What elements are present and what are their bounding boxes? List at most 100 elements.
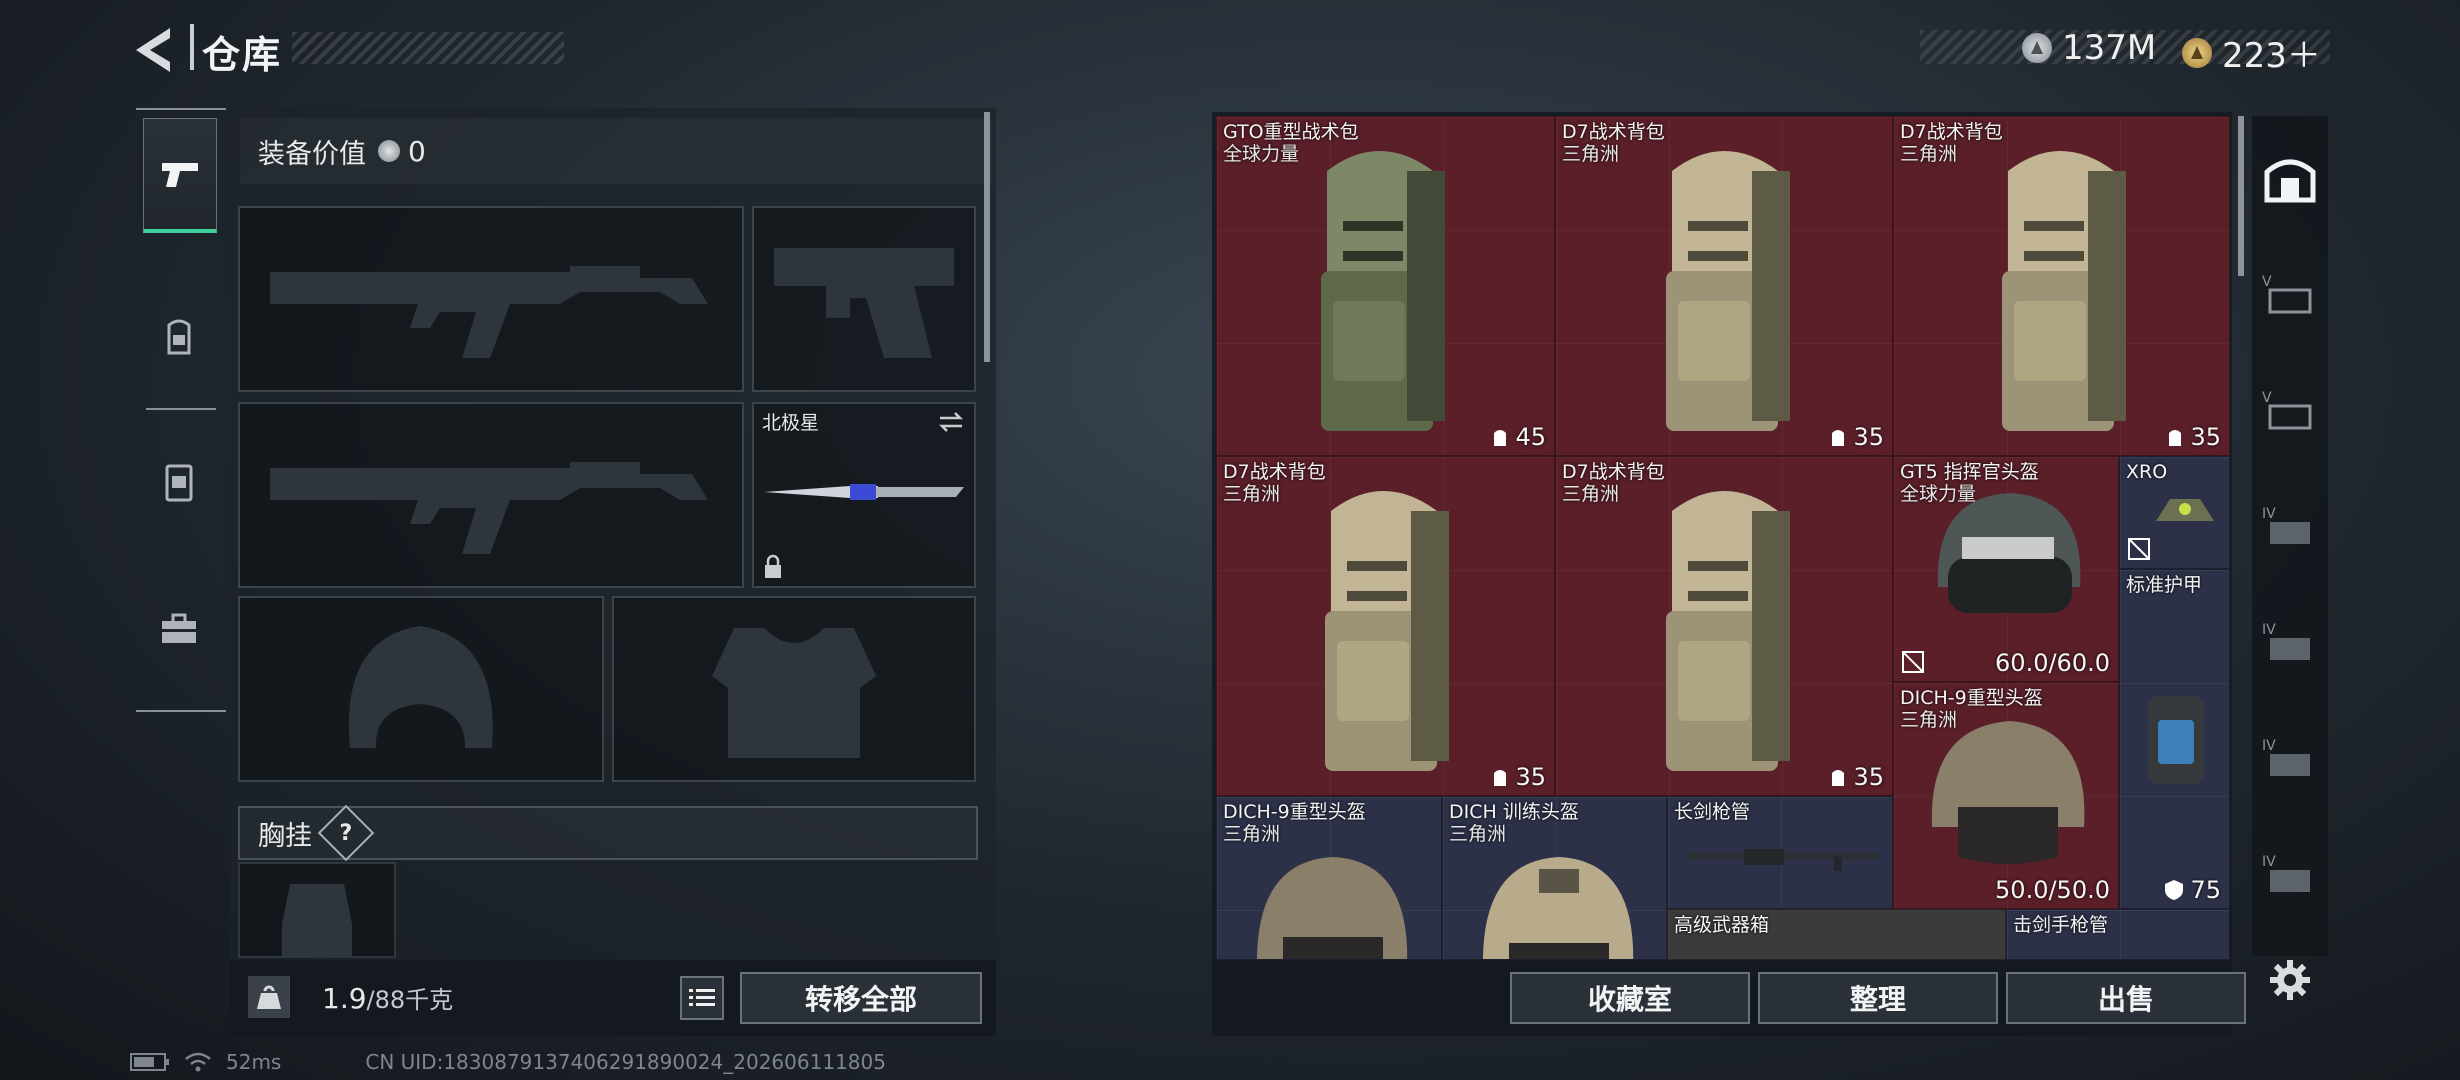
secondary-weapon-slot[interactable] xyxy=(238,402,744,588)
stash-item[interactable]: 高级武器箱 xyxy=(1667,909,2006,960)
stash-scrollbar[interactable] xyxy=(2238,116,2244,276)
stash-item[interactable]: 击剑手枪管 xyxy=(2006,909,2230,960)
melee-slot[interactable]: 北极星 xyxy=(752,402,976,588)
helmet-slot[interactable] xyxy=(238,596,604,782)
currency-silver: 137M xyxy=(2022,28,2156,68)
ping: 52ms xyxy=(226,1050,282,1074)
scope-icon xyxy=(2156,499,2214,521)
pistol-icon xyxy=(162,163,198,187)
case-iv-icon: IV xyxy=(2262,738,2310,776)
no-repair-icon xyxy=(2128,538,2150,560)
item-brand: 全球力量 xyxy=(1223,143,1300,165)
item-name: DICH 训练头盔 xyxy=(1449,801,1579,823)
rail-case[interactable]: IV xyxy=(2252,820,2328,930)
armor-silhouette-icon xyxy=(712,628,876,758)
transfer-all-button[interactable]: 转移全部 xyxy=(740,972,982,1024)
rifle-silhouette-icon xyxy=(270,266,708,358)
item-name: DICH-9重型头盔 xyxy=(1223,801,1366,823)
item-brand: 三角洲 xyxy=(1562,483,1620,505)
svg-text:IV: IV xyxy=(2262,506,2276,522)
svg-text:V: V xyxy=(2262,274,2272,290)
swap-icon[interactable] xyxy=(936,410,966,434)
weight-icon-box xyxy=(248,976,290,1018)
back-button[interactable] xyxy=(130,22,180,78)
rail-case[interactable]: IV xyxy=(2252,704,2328,814)
stash-item[interactable]: D7战术背包 三角洲 35 xyxy=(1555,116,1893,456)
stash-item[interactable]: 标准护甲 75 xyxy=(2119,569,2230,909)
title-separator xyxy=(190,24,194,70)
capacity: 35 xyxy=(1829,423,1884,451)
rail-case[interactable]: V xyxy=(2252,356,2328,466)
gold-amount: 223＋ xyxy=(2222,36,2321,76)
capacity: 35 xyxy=(2166,423,2221,451)
stash-icon xyxy=(2264,159,2316,203)
stash-item[interactable]: DICH-9重型头盔 三角洲 50.0/50.0 xyxy=(1893,682,2119,909)
sort-button[interactable]: 整理 xyxy=(1758,972,1998,1024)
tab-backpack[interactable] xyxy=(143,282,215,392)
melee-name: 北极星 xyxy=(762,412,820,434)
loadout-scrollbar[interactable] xyxy=(984,112,990,362)
help-icon[interactable]: ? xyxy=(317,804,375,862)
item-name: 高级武器箱 xyxy=(1674,914,1770,936)
rail-stash[interactable] xyxy=(2252,124,2328,234)
list-view-button[interactable] xyxy=(680,976,724,1020)
vest-icon xyxy=(165,464,193,502)
case-v-icon: V xyxy=(2262,274,2312,314)
backpack-capacity-icon xyxy=(1494,430,1507,446)
settings-gear-icon xyxy=(2270,960,2310,1000)
stash-item[interactable]: D7战术背包 三角洲 35 xyxy=(1893,116,2230,456)
durability: 50.0/50.0 xyxy=(1995,876,2110,904)
rifle-silhouette-icon xyxy=(270,462,708,554)
page-title: 仓库 xyxy=(202,33,283,77)
tab-case[interactable] xyxy=(143,574,215,684)
barrel-icon xyxy=(1688,849,1878,871)
sidearm-slot[interactable] xyxy=(752,206,976,392)
rail-case[interactable]: IV xyxy=(2252,472,2328,582)
pistol-silhouette-icon xyxy=(774,248,954,358)
svg-text:V: V xyxy=(2262,390,2272,406)
stash-item[interactable]: DICH-9重型头盔 三角洲 xyxy=(1216,796,1442,960)
silver-coin-icon xyxy=(378,140,400,162)
backpack-icon xyxy=(2002,151,2126,431)
backpack-icon xyxy=(1325,491,1449,771)
item-brand: 三角洲 xyxy=(1562,143,1620,165)
tab-divider xyxy=(136,108,226,110)
sell-button[interactable]: 出售 xyxy=(2006,972,2246,1024)
rail-case[interactable]: V xyxy=(2252,240,2328,350)
collection-room-button[interactable]: 收藏室 xyxy=(1510,972,1750,1024)
shield-icon xyxy=(2165,880,2184,900)
tab-weapons[interactable] xyxy=(143,118,217,233)
chest-rig-label: 胸挂 xyxy=(258,820,312,852)
user-uid: CN UID:1830879137406291890024_2026061118… xyxy=(365,1050,886,1074)
case-v-icon: V xyxy=(2262,390,2312,430)
backpack-icon xyxy=(1666,491,1790,771)
tab-vest[interactable] xyxy=(143,428,215,538)
equipment-value: 0 xyxy=(408,134,426,168)
title-decoration xyxy=(292,32,564,64)
primary-weapon-slot[interactable] xyxy=(238,206,744,392)
case-iv-icon: IV xyxy=(2262,506,2310,544)
status-bar: 52ms CN UID:1830879137406291890024_20260… xyxy=(130,1050,886,1074)
currency-gold[interactable]: 223＋ xyxy=(2182,28,2321,77)
silver-amount: 137M xyxy=(2062,28,2157,68)
wifi-icon xyxy=(185,1052,211,1072)
chest-rig-slot[interactable] xyxy=(238,862,396,958)
stash-item[interactable]: 长剑枪管 xyxy=(1667,796,1893,909)
stash-item[interactable]: D7战术背包 三角洲 35 xyxy=(1216,456,1555,796)
rail-case[interactable]: IV xyxy=(2252,588,2328,698)
capacity: 45 xyxy=(1491,423,1546,451)
item-brand: 三角洲 xyxy=(1223,483,1281,505)
equipment-value-bar: 装备价值 0 xyxy=(240,118,992,184)
stash-item[interactable]: D7战术背包 三角洲 35 xyxy=(1555,456,1893,796)
backpack-capacity-icon xyxy=(1494,770,1507,786)
settings-button[interactable] xyxy=(2266,956,2314,1004)
armor-slot[interactable] xyxy=(612,596,976,782)
stash-item[interactable]: GT5 指挥官头盔 全球力量 60.0/60.0 xyxy=(1893,456,2119,682)
tab-divider xyxy=(136,710,226,712)
stash-item[interactable]: XRO xyxy=(2119,456,2230,569)
helmet-icon xyxy=(1931,721,2085,864)
capacity: 35 xyxy=(1829,763,1884,791)
stash-item[interactable]: DICH 训练头盔 三角洲 xyxy=(1442,796,1667,960)
item-name: 标准护甲 xyxy=(2126,574,2203,596)
stash-item[interactable]: GTO重型战术包 全球力量 45 xyxy=(1216,116,1555,456)
